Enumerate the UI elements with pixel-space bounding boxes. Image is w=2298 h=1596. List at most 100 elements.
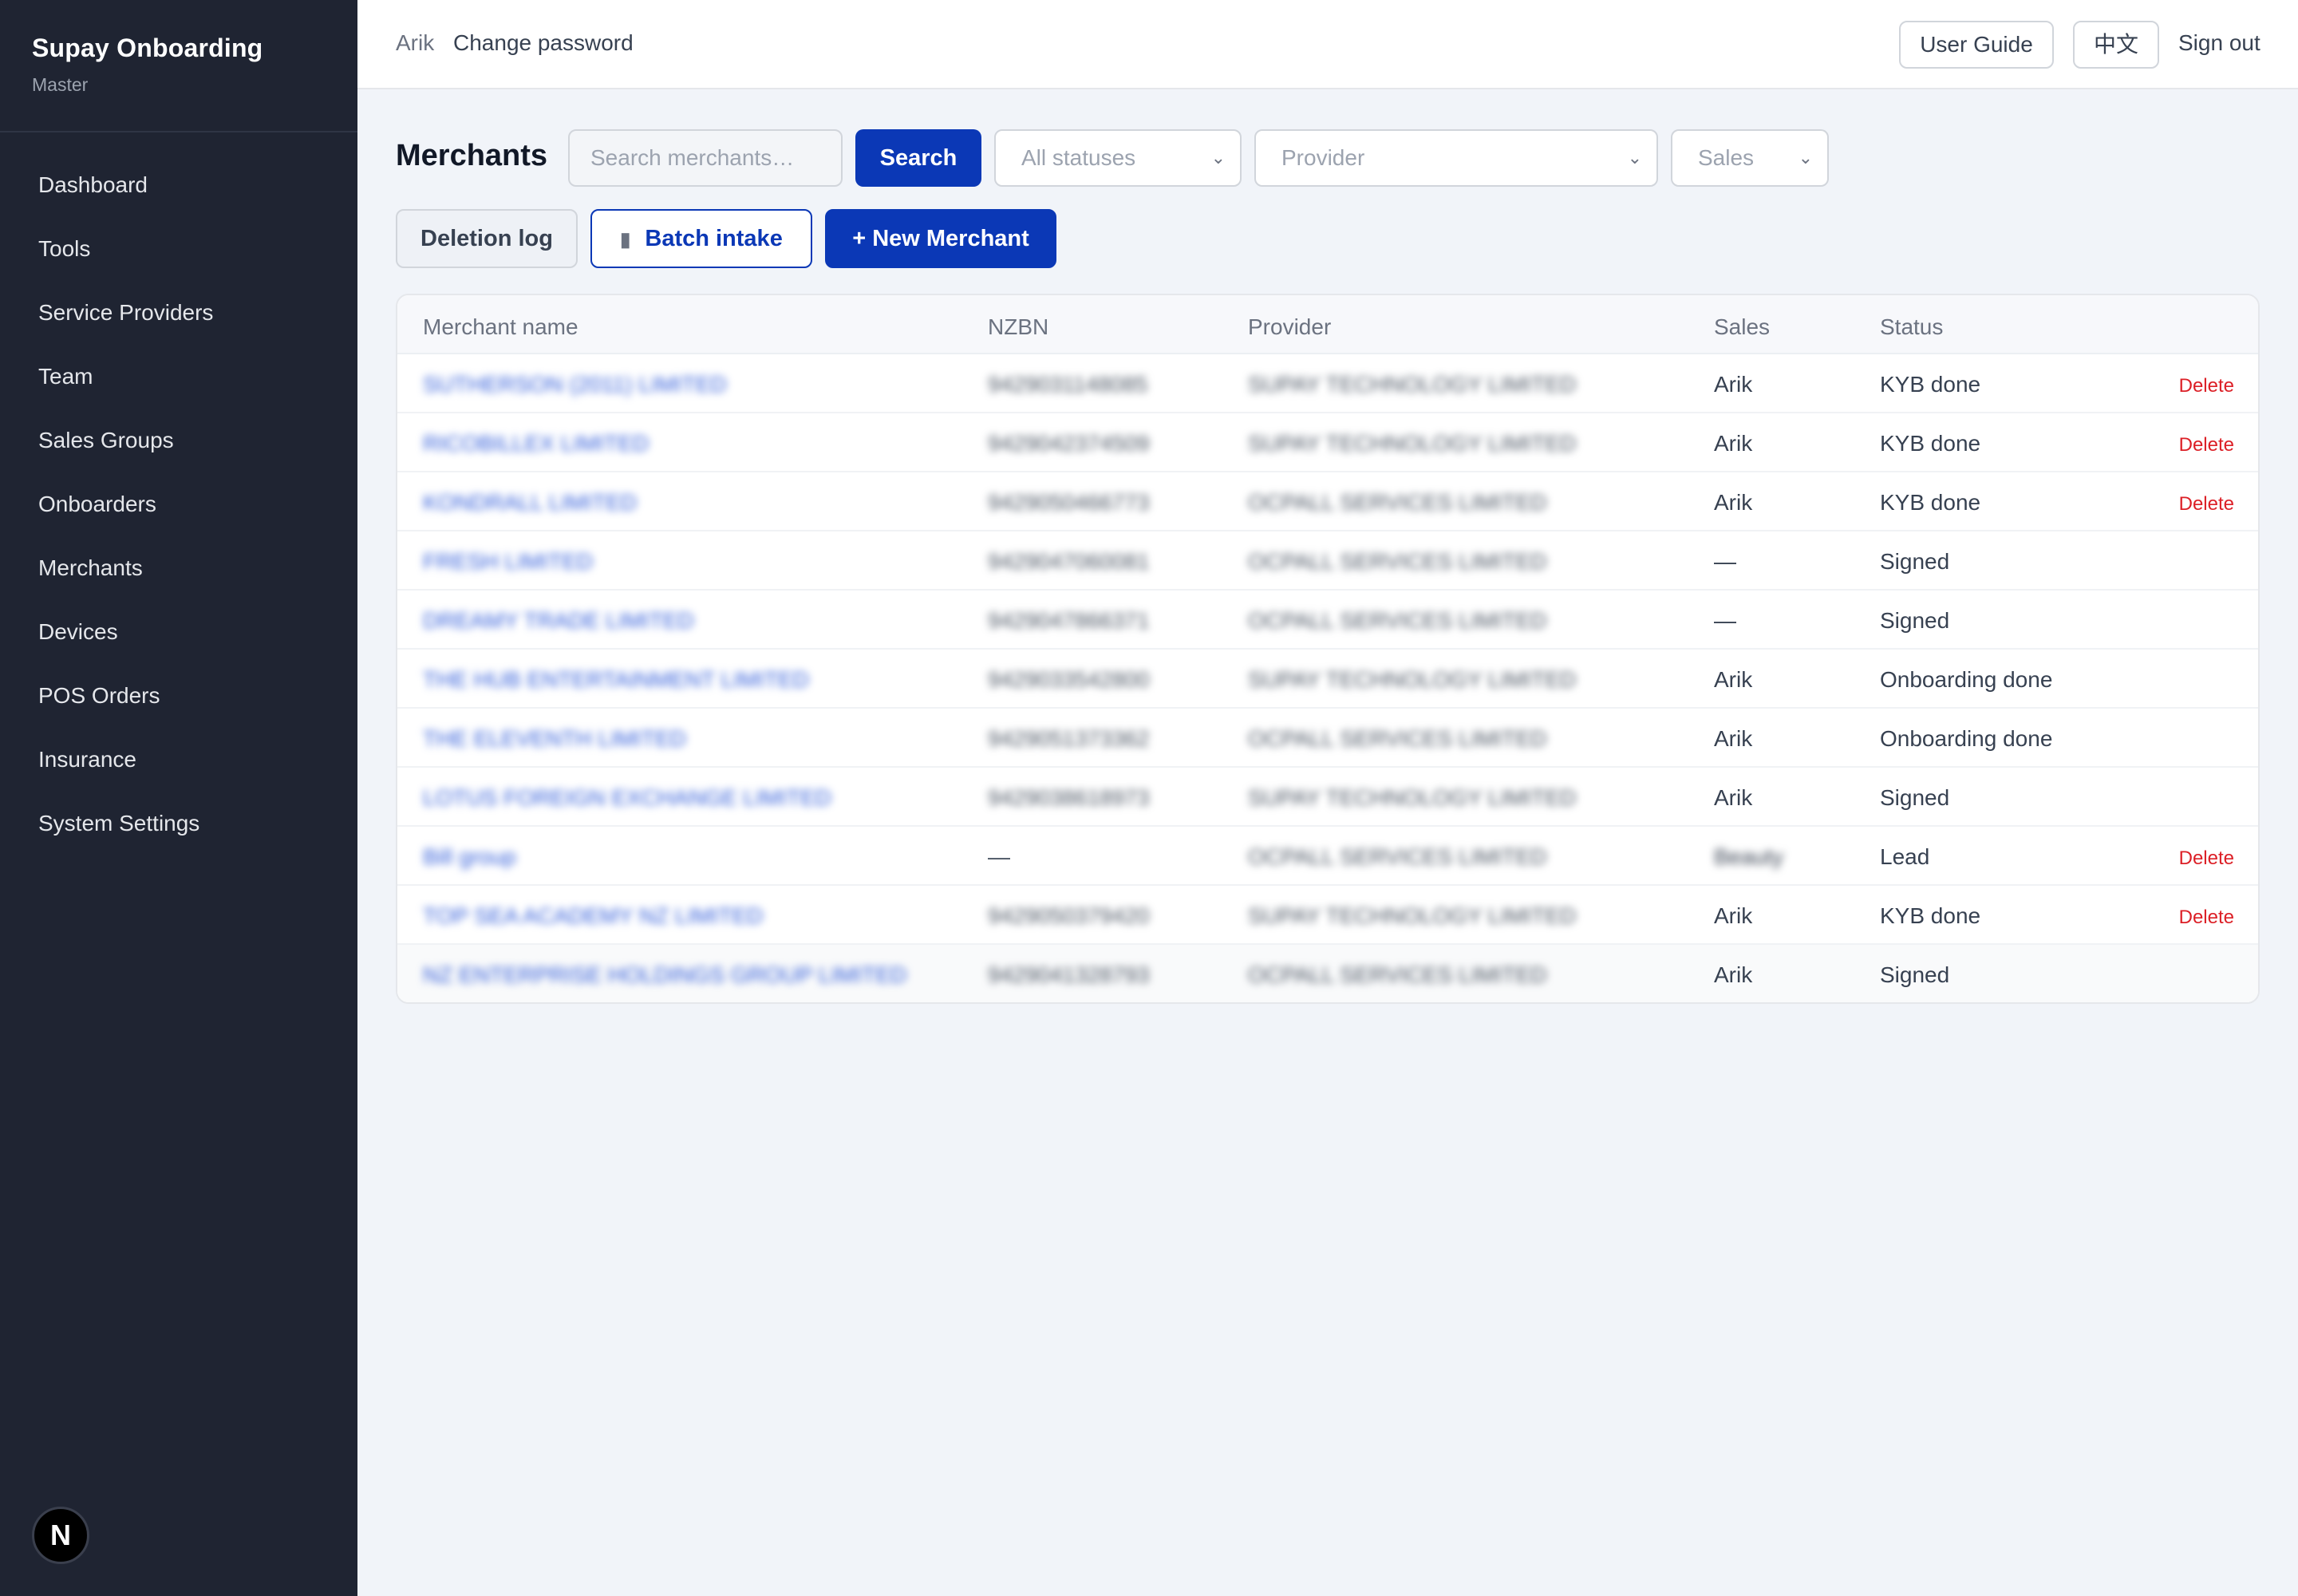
merchant-name-link[interactable]: DREAMY TRADE LIMITED xyxy=(423,608,694,634)
sidebar-item-dashboard[interactable]: Dashboard xyxy=(0,153,357,217)
column-header-status: Status xyxy=(1880,314,1944,339)
column-header-merchant-name: Merchant name xyxy=(423,314,578,339)
nzbn-cell: — xyxy=(988,844,1010,869)
merchant-name-link[interactable]: RICOBILLEX LIMITED xyxy=(423,431,649,456)
merchants-table: Merchant name NZBN Provider Sales Status… xyxy=(396,294,2260,1004)
current-user: Arik xyxy=(396,30,435,55)
provider-cell: SUPAY TECHNOLOGY LIMITED xyxy=(1248,785,1577,810)
table-row[interactable]: DREAMY TRADE LIMITED 9429047866371 OCPALL … xyxy=(397,591,2258,650)
sales-cell: — xyxy=(1714,608,1736,633)
sidebar-item-sales-groups[interactable]: Sales Groups xyxy=(0,409,357,472)
table-row[interactable]: NZ ENTERPRISE HOLDINGS GROUP LIMITED 9429… xyxy=(397,945,2258,1002)
sidebar-item-devices[interactable]: Devices xyxy=(0,600,357,664)
batch-intake-button[interactable]: ▮ Batch intake xyxy=(590,209,812,268)
chevron-down-icon: ⌄ xyxy=(1798,148,1813,168)
status-cell: KYB done xyxy=(1880,431,1981,456)
status-cell: Signed xyxy=(1880,549,1950,574)
column-header-nzbn: NZBN xyxy=(988,314,1049,339)
sidebar-item-team[interactable]: Team xyxy=(0,345,357,409)
sidebar-item-merchants[interactable]: Merchants xyxy=(0,536,357,600)
merchant-name-link[interactable]: THE ELEVENTH LIMITED xyxy=(423,726,686,752)
nzbn-cell: 9429031148085 xyxy=(988,372,1148,397)
status-cell: KYB done xyxy=(1880,903,1981,928)
app-badge-icon[interactable]: N xyxy=(32,1507,89,1564)
table-row[interactable]: THE ELEVENTH LIMITED 9429051373362 OCPALL … xyxy=(397,709,2258,768)
sales-cell: Arik xyxy=(1714,903,1753,928)
chevron-down-icon: ⌄ xyxy=(1627,148,1642,168)
sign-out-link[interactable]: Sign out xyxy=(2178,30,2260,56)
sales-filter-value: Sales xyxy=(1698,145,1755,170)
table-row[interactable]: FRESH LIMITED 9429047060081 OCPALL SERVICE… xyxy=(397,531,2258,591)
provider-cell: OCPALL SERVICES LIMITED xyxy=(1248,549,1547,574)
new-merchant-button[interactable]: + New Merchant xyxy=(825,209,1056,268)
change-password-link[interactable]: Change password xyxy=(453,30,634,56)
search-button[interactable]: Search xyxy=(855,129,981,187)
merchant-name-link[interactable]: THE HUB ENTERTAINMENT LIMITED xyxy=(423,667,809,693)
search-input[interactable] xyxy=(568,129,843,187)
deletion-log-button[interactable]: Deletion log xyxy=(396,209,578,268)
provider-cell: OCPALL SERVICES LIMITED xyxy=(1248,490,1547,515)
table-row[interactable]: RICOBILLEX LIMITED 9429042374509 SUPAY TEC… xyxy=(397,413,2258,472)
provider-cell: SUPAY TECHNOLOGY LIMITED xyxy=(1248,431,1577,456)
table-row[interactable]: LOTUS FOREIGN EXCHANGE LIMITED 9429038618… xyxy=(397,768,2258,827)
sidebar-item-pos-orders[interactable]: POS Orders xyxy=(0,664,357,728)
delete-button[interactable]: Delete xyxy=(2179,907,2234,929)
table-row[interactable]: Bill group — OCPALL SERVICES LIMITED Beauty… xyxy=(397,827,2258,886)
provider-filter-value: Provider xyxy=(1281,145,1365,170)
sidebar-item-tools[interactable]: Tools xyxy=(0,217,357,281)
sidebar-nav: Dashboard Tools Service Providers Team Sales… xyxy=(0,132,357,855)
merchant-name-link[interactable]: Bill group xyxy=(423,844,516,870)
status-cell: Signed xyxy=(1880,962,1950,987)
app-subtitle: Master xyxy=(32,74,89,95)
provider-cell: SUPAY TECHNOLOGY LIMITED xyxy=(1248,667,1577,692)
user-guide-button[interactable]: User Guide xyxy=(1899,21,2054,69)
sidebar: Supay Onboarding Master Dashboard Tools Se… xyxy=(0,0,357,1596)
nzbn-cell: 9429038618973 xyxy=(988,785,1150,810)
merchant-name-link[interactable]: NZ ENTERPRISE HOLDINGS GROUP LIMITED xyxy=(423,962,906,988)
provider-filter-select[interactable]: Provider ⌄ xyxy=(1254,129,1658,187)
nzbn-cell: 9429041328793 xyxy=(988,962,1150,987)
sales-cell: Arik xyxy=(1714,667,1753,692)
nzbn-cell: 9429033542800 xyxy=(988,667,1150,692)
sales-cell: — xyxy=(1714,549,1736,574)
nzbn-cell: 9429050466773 xyxy=(988,490,1150,515)
provider-cell: SUPAY TECHNOLOGY LIMITED xyxy=(1248,372,1577,397)
sales-filter-select[interactable]: Sales ⌄ xyxy=(1671,129,1829,187)
delete-button[interactable]: Delete xyxy=(2179,375,2234,397)
delete-button[interactable]: Delete xyxy=(2179,847,2234,870)
provider-cell: OCPALL SERVICES LIMITED xyxy=(1248,726,1547,751)
sidebar-item-onboarders[interactable]: Onboarders xyxy=(0,472,357,536)
table-row[interactable]: TOP SEA ACADEMY NZ LIMITED 9429050379420 S… xyxy=(397,886,2258,945)
top-bar: Arik Change password User Guide 中文 Sign … xyxy=(357,0,2298,89)
sales-cell: Arik xyxy=(1714,490,1753,515)
delete-button[interactable]: Delete xyxy=(2179,493,2234,516)
batch-intake-label: Batch intake xyxy=(645,226,783,251)
column-header-provider: Provider xyxy=(1248,314,1332,339)
merchant-name-link[interactable]: TOP SEA ACADEMY NZ LIMITED xyxy=(423,903,763,929)
sidebar-item-service-providers[interactable]: Service Providers xyxy=(0,281,357,345)
merchant-name-link[interactable]: LOTUS FOREIGN EXCHANGE LIMITED xyxy=(423,785,831,811)
nzbn-cell: 9429050379420 xyxy=(988,903,1150,928)
nzbn-cell: 9429047060081 xyxy=(988,549,1150,574)
column-header-sales: Sales xyxy=(1714,314,1771,339)
merchant-name-link[interactable]: KONDRALL LIMITED xyxy=(423,490,637,516)
table-row[interactable]: KONDRALL LIMITED 9429050466773 OCPALL SERV… xyxy=(397,472,2258,531)
merchant-name-link[interactable]: FRESH LIMITED xyxy=(423,549,593,575)
sidebar-item-insurance[interactable]: Insurance xyxy=(0,728,357,792)
app-title: Supay Onboarding xyxy=(32,34,263,62)
table-body: SUTHERSON (2011) LIMITED 9429031148085 SUP… xyxy=(397,354,2258,1002)
delete-button[interactable]: Delete xyxy=(2179,434,2234,456)
status-filter-select[interactable]: All statuses ⌄ xyxy=(994,129,1242,187)
language-toggle-button[interactable]: 中文 xyxy=(2073,21,2159,69)
table-row[interactable]: THE HUB ENTERTAINMENT LIMITED 94290335428… xyxy=(397,650,2258,709)
sidebar-item-system-settings[interactable]: System Settings xyxy=(0,792,357,855)
nzbn-cell: 9429051373362 xyxy=(988,726,1150,751)
sales-cell: Arik xyxy=(1714,726,1753,751)
merchant-name-link[interactable]: SUTHERSON (2011) LIMITED xyxy=(423,372,727,397)
status-cell: Onboarding done xyxy=(1880,667,2053,692)
folder-icon: ▮ xyxy=(620,229,631,251)
provider-cell: OCPALL SERVICES LIMITED xyxy=(1248,608,1547,633)
provider-cell: OCPALL SERVICES LIMITED xyxy=(1248,844,1547,869)
table-row[interactable]: SUTHERSON (2011) LIMITED 9429031148085 SUP… xyxy=(397,354,2258,413)
status-cell: Signed xyxy=(1880,608,1950,633)
